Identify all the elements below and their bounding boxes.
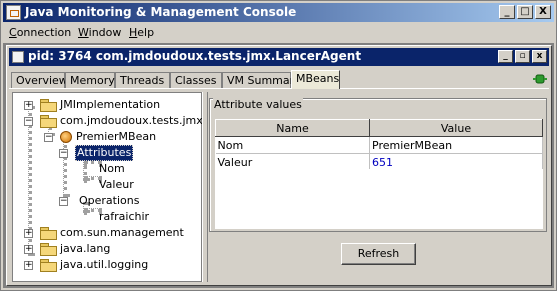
menu-help[interactable]: Help (129, 26, 154, 39)
folder-icon (40, 243, 57, 256)
java-cup-icon (12, 51, 24, 63)
connection-title-bar[interactable]: pid: 3764 com.jmdoudoux.tests.jmx.Lancer… (9, 48, 549, 66)
table-row[interactable]: Valeur 651 (215, 153, 543, 171)
tree-node-com-sun-management[interactable]: + com.sun.management (13, 225, 201, 241)
folder-icon (40, 227, 57, 240)
connection-close-button[interactable]: x (532, 50, 547, 63)
attributes-table[interactable]: Name Value Nom PremierMBean Valeur 651 (215, 119, 543, 171)
tab-memory[interactable]: Memory (65, 72, 115, 88)
connection-frame: pid: 3764 com.jmdoudoux.tests.jmx.Lancer… (6, 45, 552, 286)
tree-node-jmimplementation[interactable]: + JMImplementation (13, 97, 201, 113)
split-pane-divider[interactable] (202, 92, 208, 282)
menu-window-mnemonic: W (78, 26, 89, 39)
menu-help-label: elp (137, 26, 155, 39)
attribute-values-group: Attribute values Name Value Nom PremierM… (209, 98, 547, 232)
cell-value[interactable]: 651 (369, 153, 543, 171)
java-cup-icon (6, 5, 21, 20)
tree-node-label: JMImplementation (60, 98, 161, 111)
menu-window[interactable]: Window (78, 26, 121, 39)
connected-plug-icon[interactable] (533, 73, 547, 85)
desktop-area: pid: 3764 com.jmdoudoux.tests.jmx.Lancer… (3, 43, 554, 288)
maximize-button[interactable]: □ (517, 5, 533, 19)
column-header-name[interactable]: Name (215, 119, 370, 137)
tree-node-label: java.util.logging (60, 258, 149, 271)
mbean-tree[interactable]: + JMImplementation − com.jmdoudoux.tests… (12, 92, 203, 282)
window-title: Java Monitoring & Management Console (25, 5, 297, 19)
tree-node-nom[interactable]: Nom (13, 161, 201, 177)
refresh-button[interactable]: Refresh (341, 243, 416, 265)
expand-icon[interactable]: + (24, 261, 33, 270)
column-header-value[interactable]: Value (369, 119, 543, 137)
tree-node-operations[interactable]: − Operations (13, 193, 201, 209)
folder-icon (40, 259, 57, 272)
main-window: Java Monitoring & Management Console _ □… (0, 0, 557, 291)
tree-node-label: rafraichir (99, 210, 150, 223)
tree-node-premiermbean[interactable]: − PremierMBean (13, 129, 201, 145)
menu-bar: Connection Window Help (3, 23, 554, 41)
tree-node-valeur[interactable]: Valeur (13, 177, 201, 193)
tree-node-label: Nom (99, 162, 125, 175)
tree-node-label: Valeur (99, 178, 134, 191)
tree-node-label: Operations (79, 194, 140, 207)
menu-connection[interactable]: Connection (9, 26, 71, 39)
table-empty-area (215, 169, 543, 229)
mbean-icon (60, 131, 72, 143)
tab-threads[interactable]: Threads (115, 72, 170, 88)
cell-name: Nom (215, 136, 370, 154)
tab-classes[interactable]: Classes (170, 72, 222, 88)
mbeans-panel: + JMImplementation − com.jmdoudoux.tests… (9, 88, 549, 284)
tree-node-label: com.sun.management (60, 226, 184, 239)
tree-node-label: PremierMBean (76, 130, 157, 143)
connection-title: pid: 3764 com.jmdoudoux.tests.jmx.Lancer… (28, 49, 362, 63)
tree-node-attributes[interactable]: − Attributes (13, 145, 201, 161)
menu-connection-mnemonic: C (9, 26, 17, 39)
menu-connection-label: onnection (16, 26, 72, 39)
collapse-icon[interactable]: − (44, 133, 53, 142)
tree-node-com-jmdoudoux-tests-jmx[interactable]: − com.jmdoudoux.tests.jmx (13, 113, 203, 129)
tab-mbeans[interactable]: MBeans (291, 70, 340, 89)
tree-node-java-util-logging[interactable]: + java.util.logging (13, 257, 201, 273)
tree-node-label-selected: Attributes (75, 145, 134, 161)
tab-overview[interactable]: Overview (11, 72, 68, 88)
attributes-panel: Attribute values Name Value Nom PremierM… (209, 92, 549, 282)
group-title: Attribute values (213, 98, 303, 111)
tree-node-rafraichir[interactable]: rafraichir (13, 209, 201, 225)
cell-value[interactable]: PremierMBean (369, 136, 543, 154)
expand-icon[interactable]: + (24, 245, 33, 254)
tab-vm-summary[interactable]: VM Summary (222, 72, 301, 88)
cell-name: Valeur (215, 153, 370, 171)
expand-icon[interactable]: + (24, 229, 33, 238)
title-bar[interactable]: Java Monitoring & Management Console _ □… (3, 3, 554, 22)
folder-icon (40, 99, 57, 112)
menu-window-label: indow (88, 26, 122, 39)
collapse-icon[interactable]: − (59, 149, 68, 158)
minimize-button[interactable]: _ (499, 5, 515, 19)
table-row[interactable]: Nom PremierMBean (215, 136, 543, 154)
collapse-icon[interactable]: − (24, 117, 33, 126)
close-button[interactable]: X (535, 5, 551, 19)
expand-icon[interactable]: + (24, 101, 33, 110)
connection-restore-button[interactable]: ▫ (515, 50, 530, 63)
tree-node-java-lang[interactable]: + java.lang (13, 241, 201, 257)
folder-open-icon (40, 115, 57, 128)
collapse-icon[interactable]: − (59, 197, 68, 206)
tree-node-label: com.jmdoudoux.tests.jmx (60, 114, 203, 127)
tree-node-label: java.lang (60, 242, 111, 255)
connection-minimize-button[interactable]: _ (498, 50, 513, 63)
